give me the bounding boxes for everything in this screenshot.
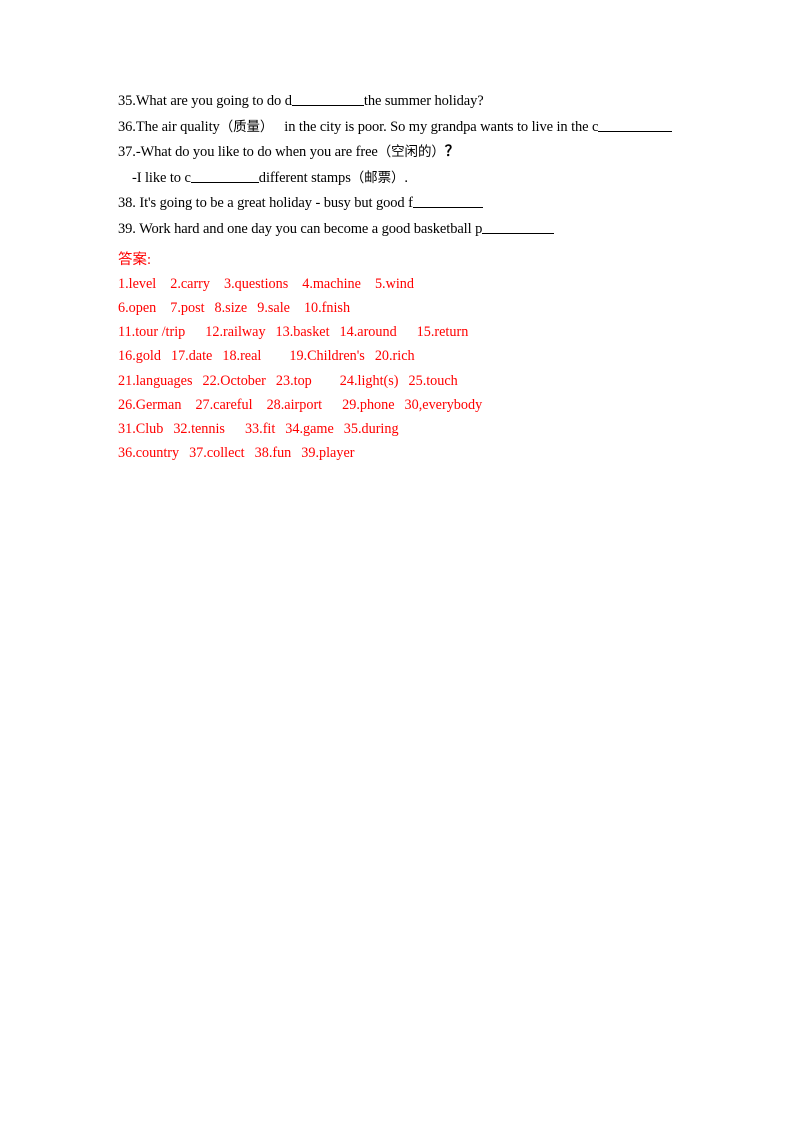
answer-item: 21.languages	[118, 372, 193, 389]
answer-item: 34.game	[285, 420, 334, 437]
question-39-blank[interactable]	[482, 220, 555, 234]
answer-item: 33.fit	[244, 420, 276, 437]
answer-row-6: 26.German 27.careful 28.airport 29.phone 30,…	[118, 393, 718, 417]
answer-item: 9.sale	[257, 299, 290, 316]
answer-item: 35.during	[343, 420, 399, 437]
question-37b-chinese-gloss: （邮票）	[350, 169, 405, 186]
answer-item: 28.airport	[266, 396, 323, 413]
answer-item: 37.collect	[189, 445, 245, 462]
question-38-text-pre: 38. It's going to be a great holiday - b…	[118, 195, 413, 212]
question-35-blank[interactable]	[291, 92, 364, 106]
answer-item: 25.touch	[408, 372, 458, 389]
question-35-text-post: the summer holiday?	[363, 93, 484, 109]
answer-row-8: 36.country 37.collect 38.fun 39.player	[118, 441, 718, 465]
answer-row-3: 11.tour /trip 12.railway 13.basket 14.aroun…	[118, 320, 718, 344]
question-36-blank[interactable]	[598, 117, 673, 132]
answer-key-section: 答案: 1.level 2.carry 3.questions 4.machine 5.…	[118, 248, 718, 466]
answer-item: 1.level	[118, 275, 157, 292]
answer-item: 7.post	[170, 299, 205, 316]
answer-row-1: 1.level 2.carry 3.questions 4.machine 5.wind	[118, 272, 718, 296]
answer-item: 39.player	[301, 445, 355, 462]
question-37b-blank[interactable]	[190, 168, 259, 183]
answer-item: 4.machine	[302, 275, 361, 292]
question-37-text-pre: 37.-What do you like to do when you are …	[118, 144, 378, 161]
answer-item: 13.basket	[275, 324, 330, 341]
answer-item: 27.careful	[195, 396, 253, 413]
answer-item: 10.fnish	[303, 299, 351, 316]
question-38: 38. It's going to be a great holiday - b…	[118, 191, 718, 217]
answer-row-5: 21.languages 22.October 23.top 24.light(s) 2…	[118, 369, 718, 393]
answer-item: 5.wind	[374, 275, 414, 292]
answer-item: 16.gold	[118, 348, 161, 365]
answer-item: 18.real	[222, 348, 262, 365]
answer-item: 19.Children's	[289, 348, 365, 365]
answer-key-heading: 答案:	[118, 248, 718, 272]
answer-item: 36.country	[118, 445, 180, 462]
answer-item: 3.questions	[224, 275, 289, 292]
answer-item: 20.rich	[374, 348, 415, 365]
answer-item: 29.phone	[342, 396, 395, 413]
answer-item: 26.German	[118, 396, 182, 413]
question-39: 39. Work hard and one day you can become…	[118, 217, 718, 243]
answer-key-heading-label: 答案	[118, 251, 147, 268]
question-35-text-pre: 35.What are you going to do d	[118, 93, 292, 109]
answer-item: 8.size	[214, 299, 248, 316]
answer-item: 17.date	[170, 348, 213, 365]
answer-row-2: 6.open 7.post 8.size 9.sale 10.fnish	[118, 296, 718, 320]
answer-row-7: 31.Club 32.tennis 33.fit 34.game 35.during	[118, 417, 718, 441]
question-37b-text-pre: -I like to c	[132, 169, 191, 186]
document-body: 35.What are you going to do d the summer …	[118, 89, 718, 465]
answer-item: 15.return	[416, 324, 469, 341]
answer-item: 31.Club	[118, 420, 164, 437]
answer-item: 32.tennis	[173, 420, 225, 437]
question-37b-text-post: .	[404, 169, 408, 186]
answer-item: 22.October	[202, 372, 266, 389]
answer-item: 12.railway	[205, 324, 266, 341]
question-39-text-pre: 39. Work hard and one day you can become…	[118, 220, 483, 237]
answer-item: 30,everybody	[404, 396, 483, 413]
answer-item: 6.open	[118, 299, 157, 316]
question-36-chinese-gloss: （质量）	[219, 118, 274, 135]
answer-row-4: 16.gold 17.date 18.real 19.Children's 20.ric…	[118, 344, 718, 368]
question-36-text-mid: in the city is poor. So my grandpa wants…	[284, 118, 599, 135]
question-35: 35.What are you going to do d the summer …	[118, 89, 718, 115]
answer-item: 14.around	[339, 324, 397, 341]
page-canvas: 35.What are you going to do d the summer …	[0, 0, 794, 1123]
question-37b-text-mid: different stamps	[258, 169, 351, 186]
answer-item: 23.top	[275, 372, 312, 389]
question-37-answer-prompt: -I like to c different stamps（邮票）.	[118, 166, 718, 192]
answer-item: 2.carry	[170, 275, 210, 292]
answer-item: 11.tour /trip	[118, 324, 186, 341]
question-36: 36.The air quality（质量） in the city is poo…	[118, 115, 718, 141]
question-37-chinese-gloss: （空闲的）	[377, 144, 445, 161]
answer-key-heading-colon: :	[147, 251, 152, 268]
answer-item: 38.fun	[254, 445, 292, 462]
question-36-text-pre: 36.The air quality	[118, 118, 220, 135]
question-37: 37.-What do you like to do when you are …	[118, 140, 718, 166]
answer-item: 24.light(s)	[339, 372, 399, 389]
question-38-blank[interactable]	[412, 194, 483, 209]
question-37-question-mark: ？	[444, 144, 460, 161]
